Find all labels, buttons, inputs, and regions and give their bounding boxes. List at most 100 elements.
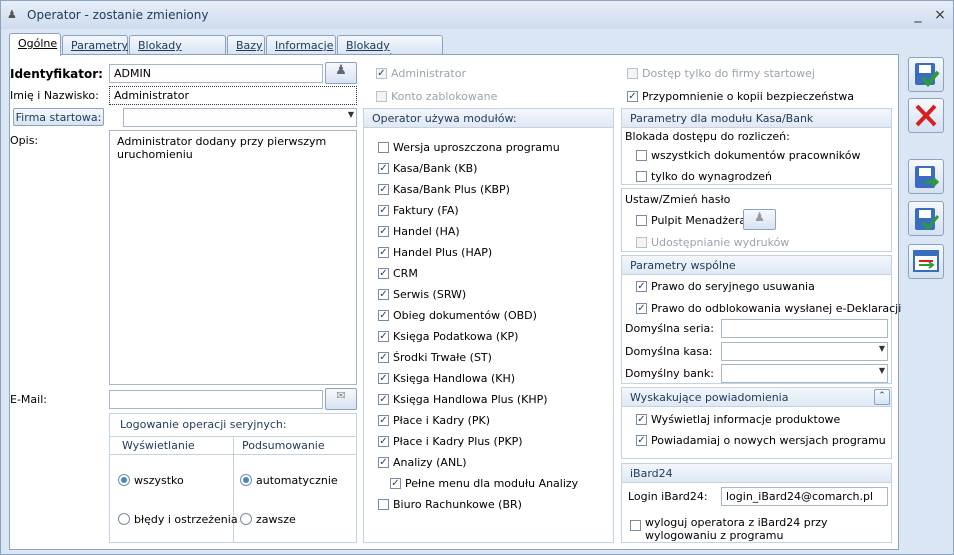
identyfikator-input[interactable]: ADMIN	[109, 64, 323, 83]
title-bar: ♟ Operator - zostanie zmieniony _ ×	[1, 1, 953, 29]
pulpit-password-button[interactable]: ♟	[743, 209, 776, 230]
dostep-firma-checkbox[interactable]	[627, 68, 638, 79]
module-checkbox[interactable]	[378, 142, 389, 153]
konto-zablokowane-label: Konto zablokowane	[391, 90, 498, 103]
dostep-firma-label: Dostęp tylko do firmy startowej	[642, 67, 815, 80]
radio-wszystko[interactable]	[118, 474, 130, 486]
haslo-group: Ustaw/Zmień hasło Pulpit Menadżera ♟ Udo…	[621, 188, 892, 252]
wszystkich-dok-label: wszystkich dokumentów pracowników	[651, 149, 861, 162]
save-arrow-icon	[915, 166, 940, 188]
opis-textarea[interactable]: Administrator dodany przy pierwszym uruc…	[109, 130, 357, 385]
module-label: Handel Plus (HAP)	[393, 246, 493, 259]
radio-automatycznie[interactable]	[240, 474, 252, 486]
module-checkbox[interactable]: ✓	[378, 331, 389, 342]
wyloguj-checkbox[interactable]	[630, 520, 641, 531]
window-title: Operator - zostanie zmieniony	[27, 8, 209, 22]
module-checkbox[interactable]: ✓	[378, 247, 389, 258]
tylko-wynagr-checkbox[interactable]	[636, 171, 647, 182]
close-button[interactable]: ×	[931, 6, 949, 24]
pulpit-checkbox[interactable]	[636, 215, 647, 226]
chevron-down-icon: ▼	[878, 344, 885, 353]
module-checkbox[interactable]: ✓	[378, 226, 389, 237]
udostepnianie-checkbox[interactable]	[636, 237, 647, 248]
module-checkbox[interactable]: ✓	[378, 205, 389, 216]
tab-ogolne[interactable]: Ogólne	[9, 33, 61, 56]
save-copy-icon	[915, 208, 940, 231]
administrator-label: Administrator	[391, 67, 466, 80]
module-checkbox[interactable]	[378, 499, 389, 510]
module-checkbox[interactable]: ✓	[378, 289, 389, 300]
prawo-odblok-label: Prawo do odblokowania wysłanej e-Deklara…	[651, 302, 902, 315]
radio-bledy[interactable]	[118, 513, 130, 525]
radio-automatycznie-label: automatycznie	[256, 474, 338, 487]
przypomnienie-checkbox[interactable]: ✓	[627, 91, 638, 102]
module-checkbox[interactable]: ✓	[378, 310, 389, 321]
radio-zawsze[interactable]	[240, 513, 252, 525]
tab-parametry[interactable]: Parametry	[62, 35, 128, 55]
nowe-wersje-checkbox[interactable]: ✓	[636, 435, 647, 446]
module-label: Płace i Kadry Plus (PKP)	[393, 435, 523, 448]
module-checkbox[interactable]: ✓	[378, 457, 389, 468]
wszystkich-dok-checkbox[interactable]	[636, 150, 647, 161]
collapse-button[interactable]: ⌃	[874, 389, 890, 405]
blokada-label: Blokada dostępu do rozliczeń:	[625, 130, 790, 143]
module-label: Pełne menu dla modułu Analizy	[405, 477, 579, 490]
module-checkbox[interactable]: ✓	[378, 436, 389, 447]
module-checkbox[interactable]: ✓	[378, 163, 389, 174]
save-button[interactable]	[908, 57, 944, 92]
prawo-usuwania-checkbox[interactable]: ✓	[636, 281, 647, 292]
module-checkbox[interactable]: ✓	[378, 373, 389, 384]
modules-title: Operator używa modułów:	[364, 109, 613, 128]
save-and-next-button[interactable]	[908, 159, 944, 194]
udostepnianie-label: Udostępnianie wydruków	[651, 236, 790, 249]
module-label: Środki Trwałe (ST)	[393, 351, 492, 364]
module-label: Analizy (ANL)	[393, 456, 467, 469]
general-tab-panel: Identyfikator: ADMIN ♟ Imię i Nazwisko: …	[9, 54, 902, 550]
seria-input[interactable]	[721, 319, 888, 338]
radio-bledy-label: błędy i ostrzeżenia	[134, 513, 238, 526]
opis-label: Opis:	[10, 134, 39, 147]
minimize-button[interactable]: _	[909, 6, 927, 24]
module-label: Płace i Kadry (PK)	[393, 414, 491, 427]
tab-blokady-dostepu[interactable]: Blokady dostępu	[129, 35, 226, 65]
module-checkbox[interactable]: ✓	[378, 268, 389, 279]
konto-zablokowane-checkbox[interactable]	[376, 91, 387, 102]
ibard-title: iBard24	[622, 464, 891, 483]
module-label: Wersja uproszczona programu	[393, 141, 560, 154]
imie-nazwisko-input[interactable]: Administrator	[109, 86, 357, 105]
tab-informacje[interactable]: Informacje	[266, 35, 336, 55]
module-label: Handel (HA)	[393, 225, 460, 238]
prawo-odblok-checkbox[interactable]: ✓	[636, 303, 647, 314]
nowe-wersje-label: Powiadamiaj o nowych wersjach programu	[651, 434, 886, 447]
module-checkbox[interactable]: ✓	[378, 394, 389, 405]
module-label: Faktury (FA)	[393, 204, 459, 217]
tab-blokady-atrybutow[interactable]: Blokady atrybutów	[337, 35, 443, 65]
module-checkbox[interactable]: ✓	[378, 352, 389, 363]
administrator-checkbox[interactable]: ✓	[376, 68, 387, 79]
tab-bazy[interactable]: Bazy	[227, 35, 265, 55]
haslo-title: Ustaw/Zmień hasło	[625, 193, 731, 206]
bank-select[interactable]: ▼	[721, 364, 888, 383]
login-ibard-input[interactable]: login_iBard24@comarch.pl	[721, 487, 888, 506]
email-send-button[interactable]: ✉	[325, 388, 357, 410]
firma-startowa-button[interactable]: Firma startowa:	[13, 108, 104, 126]
module-checkbox[interactable]: ✓	[378, 415, 389, 426]
module-checkbox[interactable]: ✓	[378, 184, 389, 195]
save-disk-icon	[915, 63, 940, 88]
module-checkbox[interactable]: ✓	[390, 478, 401, 489]
kasa-select[interactable]: ▼	[721, 342, 888, 361]
module-label: Księga Handlowa (KH)	[393, 372, 516, 385]
person-icon: ♟	[335, 63, 347, 78]
cancel-button[interactable]	[908, 98, 944, 133]
radio-zawsze-label: zawsze	[256, 513, 296, 526]
mail-icon: ✉	[336, 389, 346, 402]
operator-picture-button[interactable]: ♟	[325, 62, 357, 84]
firma-startowa-select[interactable]: ▼	[123, 108, 357, 127]
module-label: Księga Podatkowa (KP)	[393, 330, 519, 343]
save-as-new-button[interactable]	[908, 201, 944, 236]
info-prod-checkbox[interactable]: ✓	[636, 414, 647, 425]
module-label: CRM	[393, 267, 418, 280]
module-label: Serwis (SRW)	[393, 288, 467, 301]
email-input[interactable]	[109, 390, 323, 409]
switch-operator-button[interactable]	[908, 244, 944, 279]
